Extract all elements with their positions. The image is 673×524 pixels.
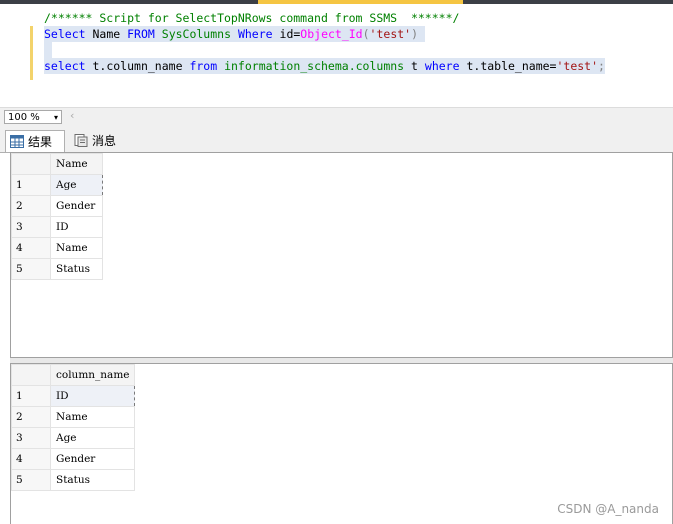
- table-row: 1 Age: [11, 174, 103, 196]
- keyword: select: [44, 59, 86, 73]
- identifier: t.table_name=: [466, 59, 557, 73]
- table-cell[interactable]: Age: [50, 427, 135, 449]
- semicolon: ;: [598, 59, 605, 73]
- row-number[interactable]: 3: [11, 216, 51, 238]
- zoom-value: 100 %: [8, 112, 40, 123]
- keyword: from: [189, 59, 218, 73]
- paren: (: [362, 27, 370, 41]
- column-header[interactable]: Name: [50, 153, 103, 175]
- column-header[interactable]: column_name: [50, 364, 135, 386]
- code-line-3: [44, 42, 52, 58]
- table-row: 4 Name: [11, 237, 103, 259]
- change-tracking-bar: [30, 26, 33, 80]
- keyword: Where: [237, 27, 273, 41]
- watermark: CSDN @A_nanda: [557, 502, 659, 516]
- results-grid-2[interactable]: column_name 1 ID 2 Name 3 Age 4 Gender 5 Stat…: [10, 363, 673, 524]
- row-number[interactable]: 5: [11, 258, 51, 280]
- table-row: 2 Name: [11, 406, 135, 428]
- table-cell[interactable]: ID: [50, 216, 103, 238]
- identifier: id=: [279, 27, 301, 41]
- row-number-header[interactable]: [11, 364, 51, 386]
- scroll-left-icon[interactable]: ‹: [70, 109, 74, 122]
- object-name: information_schema.columns: [224, 59, 405, 73]
- chevron-down-icon[interactable]: ▾: [54, 111, 58, 125]
- zoom-select[interactable]: 100 % ▾: [4, 110, 62, 124]
- code-comment-line: /****** Script for SelectTopNRows comman…: [44, 11, 460, 25]
- query-editor[interactable]: /****** Script for SelectTopNRows comman…: [0, 4, 673, 106]
- result-table: Name 1 Age 2 Gender 3 ID 4 Name 5 Status: [11, 153, 103, 280]
- code-line-2: Select Name FROM SysColumns Where id=Obj…: [44, 26, 425, 42]
- identifier: t.column_name: [92, 59, 183, 73]
- tab-messages[interactable]: 消息: [70, 130, 125, 152]
- header-row: column_name: [11, 364, 135, 386]
- string-literal: 'test': [556, 59, 599, 73]
- result-table: column_name 1 ID 2 Name 3 Age 4 Gender 5 Stat…: [11, 364, 135, 491]
- table-cell[interactable]: Gender: [50, 448, 135, 470]
- paren: ): [411, 27, 419, 41]
- tab-label: 消息: [92, 134, 117, 148]
- row-number-header[interactable]: [11, 153, 51, 175]
- string-literal: 'test': [369, 27, 412, 41]
- row-number[interactable]: 3: [11, 427, 51, 449]
- function-name: Object_Id: [300, 27, 363, 41]
- table-cell[interactable]: Name: [50, 406, 135, 428]
- row-number[interactable]: 5: [11, 469, 51, 491]
- keyword: Select: [44, 27, 86, 41]
- table-row: 1 ID: [11, 385, 135, 407]
- row-number[interactable]: 1: [11, 174, 51, 196]
- results-tab-strip: 结果 消息: [0, 127, 673, 153]
- zoom-bar: 100 % ▾ ‹: [0, 107, 673, 127]
- table-row: 3 ID: [11, 216, 103, 238]
- identifier: t: [411, 59, 418, 73]
- object-name: SysColumns: [161, 27, 232, 41]
- table-row: 5 Status: [11, 469, 135, 491]
- table-row: 2 Gender: [11, 195, 103, 217]
- table-cell[interactable]: Gender: [50, 195, 103, 217]
- row-number[interactable]: 4: [11, 237, 51, 259]
- table-row: 3 Age: [11, 427, 135, 449]
- table-cell[interactable]: Name: [50, 237, 103, 259]
- identifier: Name: [92, 27, 121, 41]
- table-cell[interactable]: Age: [50, 174, 103, 196]
- messages-icon: [74, 134, 88, 147]
- row-number[interactable]: 2: [11, 406, 51, 428]
- tab-label: 结果: [28, 135, 53, 149]
- grid-icon: [10, 135, 24, 148]
- table-cell[interactable]: ID: [50, 385, 135, 407]
- tab-results[interactable]: 结果: [5, 130, 65, 152]
- header-row: Name: [11, 153, 103, 175]
- row-number[interactable]: 1: [11, 385, 51, 407]
- table-row: 4 Gender: [11, 448, 135, 470]
- table-cell[interactable]: Status: [50, 469, 135, 491]
- row-number[interactable]: 4: [11, 448, 51, 470]
- table-cell[interactable]: Status: [50, 258, 103, 280]
- code-line-4: select t.column_name from information_sc…: [44, 58, 605, 74]
- row-number[interactable]: 2: [11, 195, 51, 217]
- keyword: FROM: [127, 27, 155, 41]
- table-row: 5 Status: [11, 258, 103, 280]
- keyword: where: [424, 59, 460, 73]
- results-grid-1[interactable]: Name 1 Age 2 Gender 3 ID 4 Name 5 Status: [10, 152, 673, 358]
